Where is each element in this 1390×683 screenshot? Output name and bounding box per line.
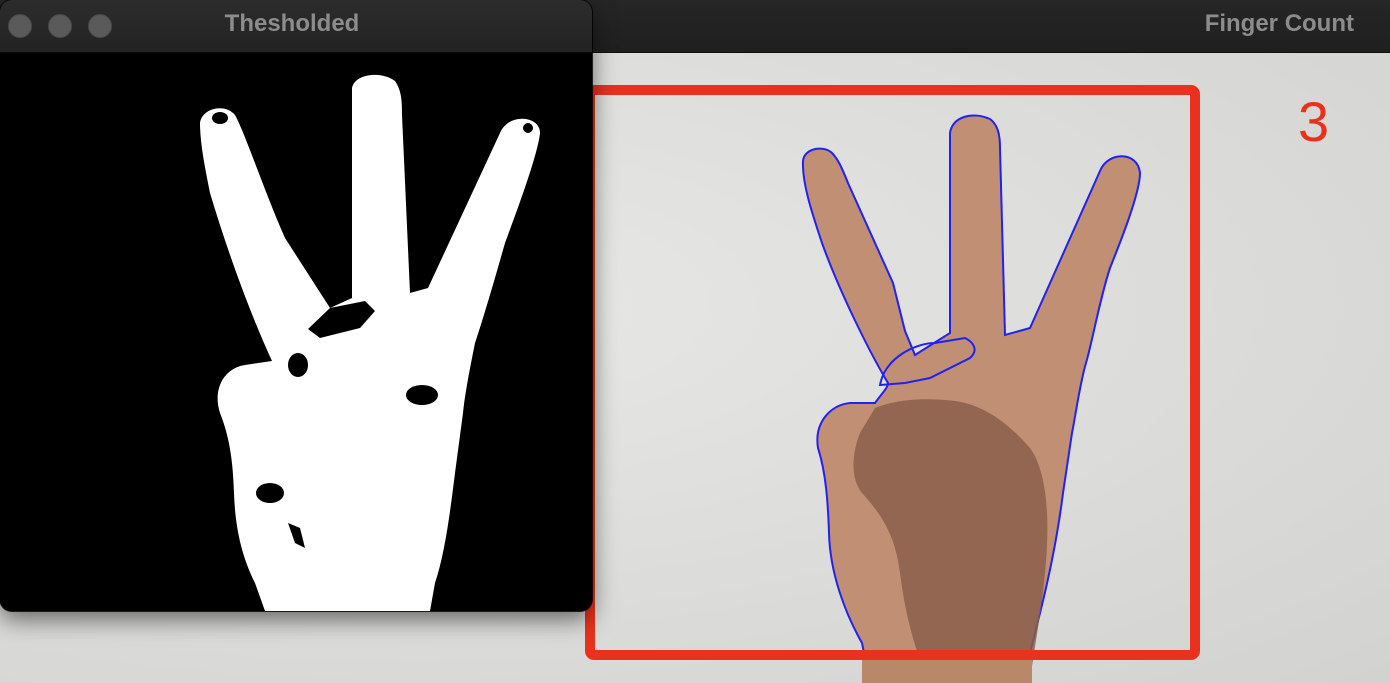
mask-hole xyxy=(523,123,533,133)
thresholded-window-title: Thesholded xyxy=(224,10,360,37)
finger-count-label: 3 xyxy=(1298,90,1329,153)
wrist xyxy=(862,658,1032,683)
mask-hole xyxy=(288,353,308,377)
thresholded-image-frame xyxy=(0,53,592,611)
thresholded-titlebar[interactable]: Thesholded xyxy=(0,0,592,53)
mask-hole xyxy=(256,483,284,503)
thresholded-window: Thesholded xyxy=(0,0,592,611)
finger-count-window-title: Finger Count xyxy=(1204,10,1354,37)
binary-hand-mask-image xyxy=(0,53,592,611)
mask-hole xyxy=(212,112,228,124)
mask-hole xyxy=(406,385,438,405)
